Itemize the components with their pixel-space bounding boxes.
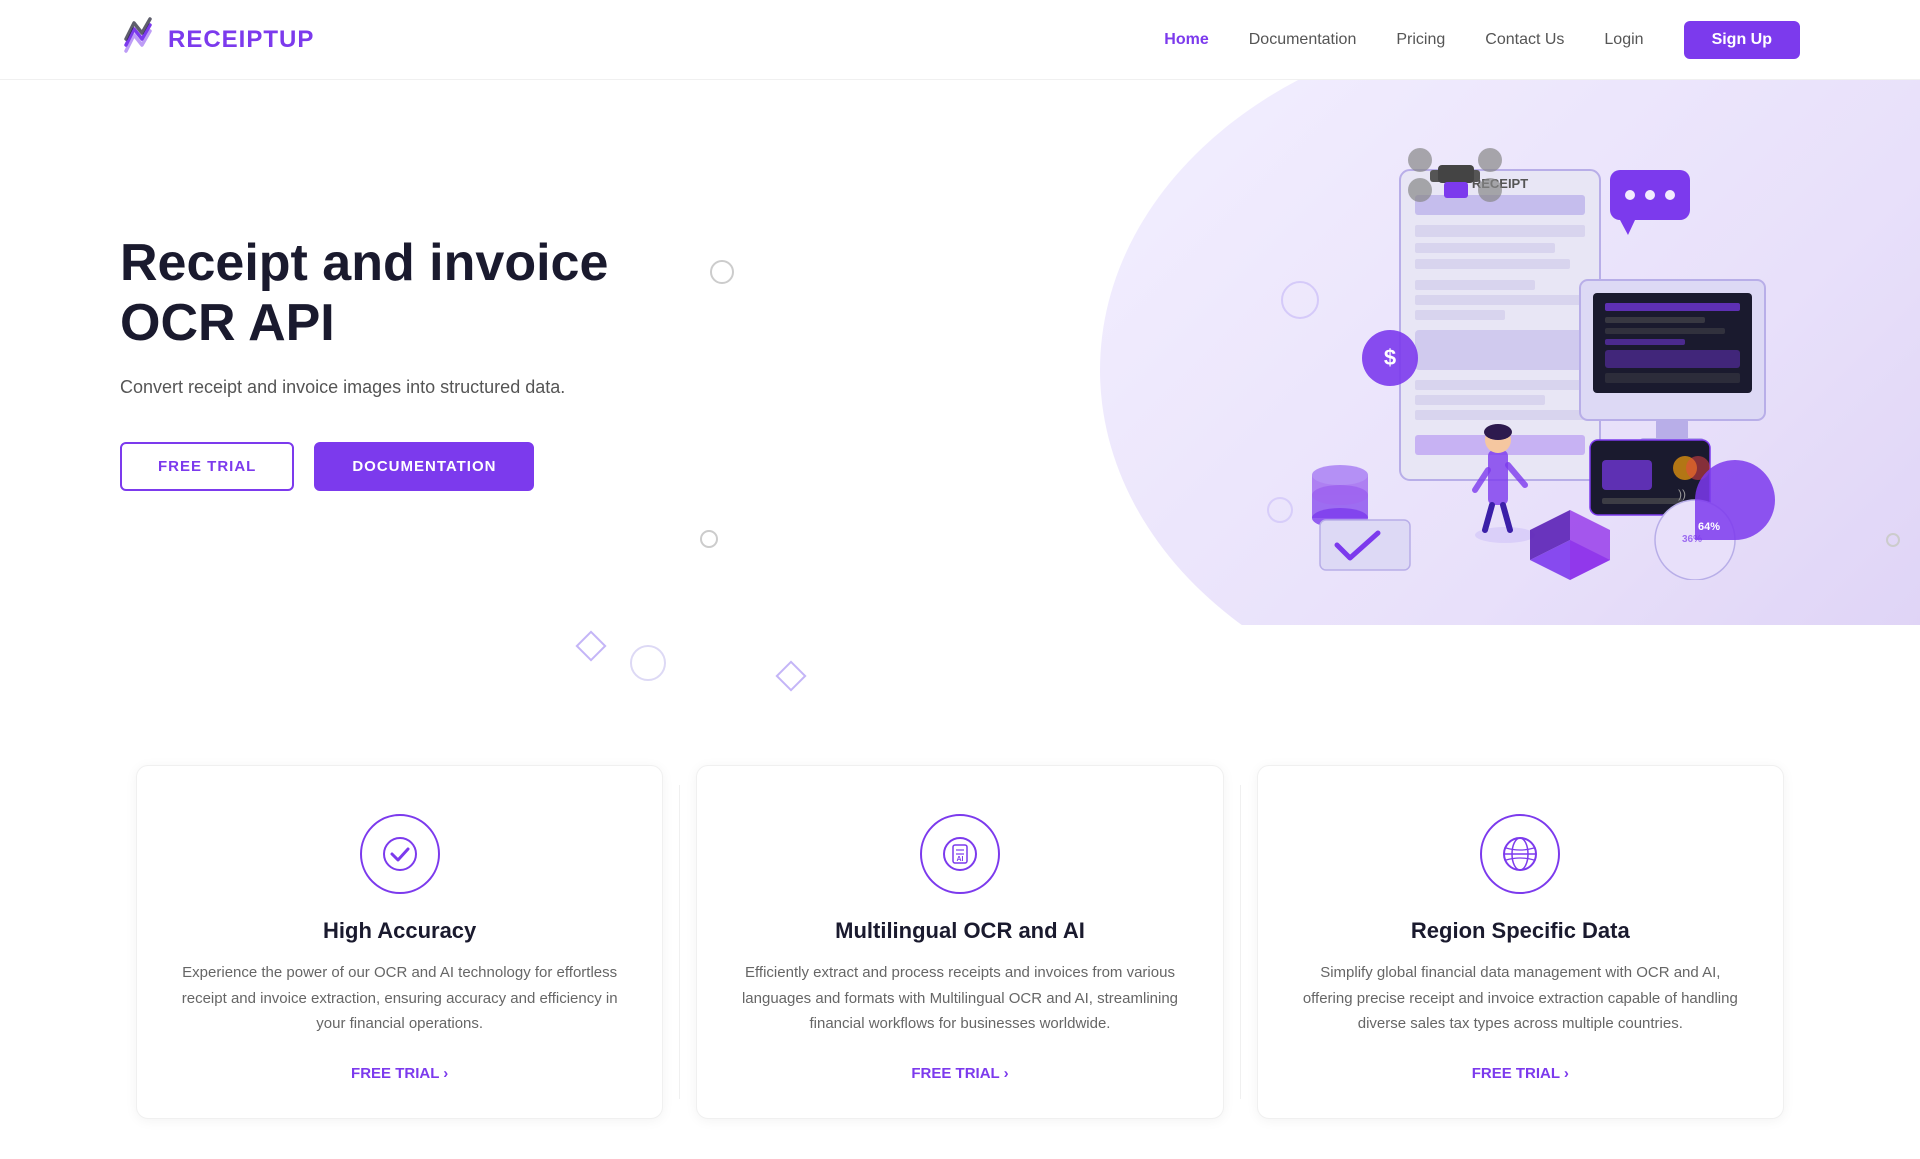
logo-icon	[120, 17, 160, 62]
hero-illustration: RECEIPT	[1220, 140, 1800, 585]
region-icon-circle	[1480, 814, 1560, 894]
scrollbar-indicator[interactable]	[1886, 533, 1900, 547]
feature-divider-2	[1240, 785, 1241, 1099]
svg-text:64%: 64%	[1698, 521, 1720, 533]
free-trial-button[interactable]: FREE TRIAL	[120, 442, 294, 491]
documentation-button[interactable]: DOCUMENTATION	[314, 442, 534, 491]
feature-title-multilingual: Multilingual OCR and AI	[835, 918, 1085, 944]
logo-name-part2: UP	[279, 26, 314, 53]
features-section: High Accuracy Experience the power of ou…	[0, 705, 1920, 1159]
nav-login[interactable]: Login	[1604, 31, 1643, 49]
deco-diamond-2	[775, 660, 806, 691]
high-accuracy-icon-circle	[360, 814, 440, 894]
svg-text:36%: 36%	[1682, 534, 1702, 545]
svg-text:$: $	[1384, 345, 1396, 370]
logo-text: RECEIPTUP	[168, 26, 314, 54]
nav-documentation[interactable]: Documentation	[1249, 31, 1357, 49]
ai-doc-icon: AI	[942, 836, 978, 872]
feature-desc-region: Simplify global financial data managemen…	[1298, 960, 1743, 1037]
hero-content: Receipt and invoice OCR API Convert rece…	[120, 234, 680, 491]
feature-desc-multilingual: Efficiently extract and process receipts…	[737, 960, 1182, 1037]
hero-subtitle: Convert receipt and invoice images into …	[120, 373, 680, 402]
feature-link-high-accuracy[interactable]: FREE TRIAL ›	[351, 1065, 448, 1082]
globe-icon	[1502, 836, 1538, 872]
logo[interactable]: RECEIPTUP	[120, 17, 314, 62]
svg-text:)): ))	[1678, 487, 1686, 501]
logo-name-part1: RECEIPT	[168, 26, 279, 53]
deco-circle-1	[710, 260, 734, 284]
feature-card-region: Region Specific Data Simplify global fin…	[1257, 765, 1784, 1119]
nav-pricing[interactable]: Pricing	[1396, 31, 1445, 49]
nav-home[interactable]: Home	[1164, 31, 1208, 49]
multilingual-icon-circle: AI	[920, 814, 1000, 894]
feature-desc-high-accuracy: Experience the power of our OCR and AI t…	[177, 960, 622, 1037]
nav-signup-button[interactable]: Sign Up	[1684, 21, 1800, 59]
deco-diamond-1	[575, 630, 606, 661]
deco-circle-2	[700, 530, 718, 548]
svg-text:AI: AI	[956, 856, 963, 863]
hero-section: Receipt and invoice OCR API Convert rece…	[0, 80, 1920, 625]
hero-title: Receipt and invoice OCR API	[120, 234, 680, 354]
feature-divider-1	[679, 785, 680, 1099]
navbar: RECEIPTUP Home Documentation Pricing Con…	[0, 0, 1920, 80]
feature-card-high-accuracy: High Accuracy Experience the power of ou…	[136, 765, 663, 1119]
nav-links: Home Documentation Pricing Contact Us Lo…	[1164, 21, 1800, 59]
feature-title-high-accuracy: High Accuracy	[323, 918, 476, 944]
nav-contact[interactable]: Contact Us	[1485, 31, 1564, 49]
feature-link-multilingual[interactable]: FREE TRIAL ›	[911, 1065, 1008, 1082]
feature-card-multilingual: AI Multilingual OCR and AI Efficiently e…	[696, 765, 1223, 1119]
deco-circle-3	[630, 645, 666, 681]
hero-buttons: FREE TRIAL DOCUMENTATION	[120, 442, 680, 491]
checkmark-icon	[382, 836, 418, 872]
feature-title-region: Region Specific Data	[1411, 918, 1630, 944]
deco-section	[0, 625, 1920, 705]
feature-link-region[interactable]: FREE TRIAL ›	[1472, 1065, 1569, 1082]
